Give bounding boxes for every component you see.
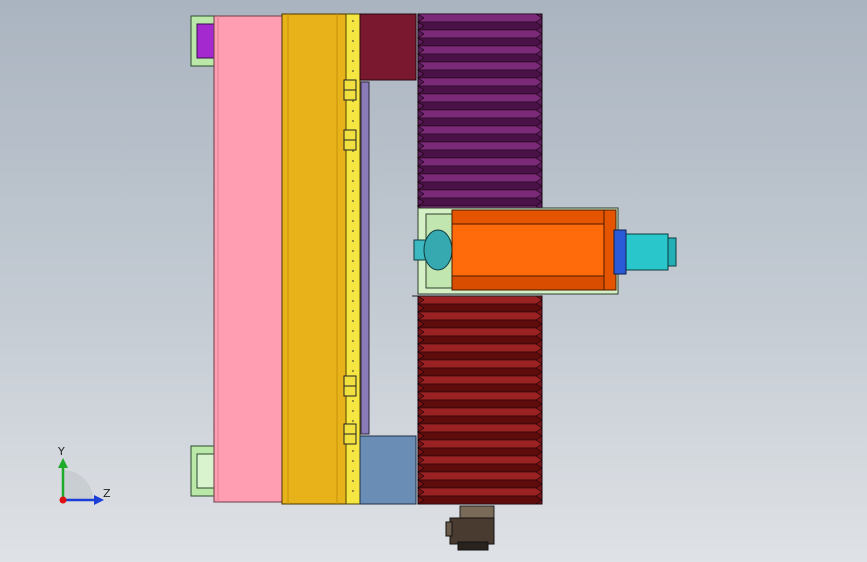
purple-bellows-fold	[417, 133, 543, 143]
red-bellows-fold	[417, 423, 543, 433]
purple-bellows-fold	[417, 141, 543, 151]
rack-clamp[interactable]	[343, 375, 357, 387]
left-flange-bottom[interactable]	[190, 445, 216, 497]
purple-bellows-fold	[417, 165, 543, 175]
red-bellows-fold	[417, 463, 543, 473]
bottom-motor[interactable]	[445, 505, 495, 551]
red-bellows-fold	[417, 407, 543, 417]
purple-bellows-fold	[417, 77, 543, 87]
red-bellows-fold	[417, 303, 543, 313]
rack-clamp[interactable]	[343, 129, 357, 141]
red-bellows-fold	[417, 391, 543, 401]
axis-triad: Y Z	[57, 445, 111, 505]
purple-bellows-fold	[417, 101, 543, 111]
blue-block[interactable]	[359, 435, 417, 505]
red-bellows-fold	[417, 311, 543, 321]
purple-bellows-fold	[417, 189, 543, 199]
yellow-beam[interactable]	[281, 13, 347, 505]
x-axis-dot	[59, 496, 67, 504]
red-bellows-fold	[417, 415, 543, 425]
purple-bellows[interactable]	[417, 13, 543, 215]
cad-viewport[interactable]: Y Z	[0, 0, 867, 562]
red-bellows-fold	[417, 431, 543, 441]
purple-bellows-fold	[417, 21, 543, 31]
purple-bellows-fold	[417, 13, 543, 23]
rack-strip[interactable]	[343, 13, 361, 505]
red-bellows[interactable]	[417, 295, 543, 505]
red-bellows-fold	[417, 471, 543, 481]
red-bellows-fold	[417, 495, 543, 505]
z-axis-label: Z	[103, 487, 111, 500]
red-bellows-fold	[417, 383, 543, 393]
red-bellows-fold	[417, 479, 543, 489]
purple-bellows-fold	[417, 117, 543, 127]
purple-bellows-fold	[417, 93, 543, 103]
left-flange-top[interactable]	[190, 15, 216, 67]
rack-clamp[interactable]	[343, 433, 357, 445]
purple-bellows-fold	[417, 85, 543, 95]
spindle-housing[interactable]	[451, 209, 617, 291]
red-bellows-fold	[417, 439, 543, 449]
red-bellows-fold	[417, 455, 543, 465]
purple-bellows-fold	[417, 125, 543, 135]
guide-rail	[360, 81, 370, 435]
purple-bellows-fold	[417, 173, 543, 183]
red-bellows-fold	[417, 295, 543, 305]
purple-bellows-fold	[417, 45, 543, 55]
red-bellows-fold	[417, 319, 543, 329]
pink-plate[interactable]	[213, 15, 283, 503]
red-bellows-fold	[417, 343, 543, 353]
purple-bellows-fold	[417, 181, 543, 191]
rack-clamp[interactable]	[343, 79, 357, 91]
red-bellows-fold	[417, 487, 543, 497]
red-bellows-fold	[417, 335, 543, 345]
y-axis-label: Y	[57, 445, 65, 458]
maroon-block[interactable]	[359, 13, 417, 81]
rack-clamp[interactable]	[343, 139, 357, 151]
purple-bellows-fold	[417, 149, 543, 159]
purple-bellows-fold	[417, 69, 543, 79]
spindle-motor[interactable]	[613, 229, 677, 275]
red-bellows-fold	[417, 359, 543, 369]
purple-bellows-fold	[417, 197, 543, 207]
purple-bellows-fold	[417, 109, 543, 119]
purple-bellows-fold	[417, 29, 543, 39]
spindle-assembly[interactable]	[412, 207, 677, 297]
red-bellows-fold	[417, 375, 543, 385]
red-bellows-fold	[417, 447, 543, 457]
red-bellows-fold	[417, 399, 543, 409]
red-bellows-fold	[417, 327, 543, 337]
purple-bellows-fold	[417, 37, 543, 47]
rack-clamp[interactable]	[343, 89, 357, 101]
rack-clamp[interactable]	[343, 385, 357, 397]
rack-clamp[interactable]	[343, 423, 357, 435]
purple-bellows-fold	[417, 53, 543, 63]
red-bellows-fold	[417, 351, 543, 361]
purple-bellows-fold	[417, 157, 543, 167]
purple-bellows-fold	[417, 61, 543, 71]
red-bellows-fold	[417, 367, 543, 377]
